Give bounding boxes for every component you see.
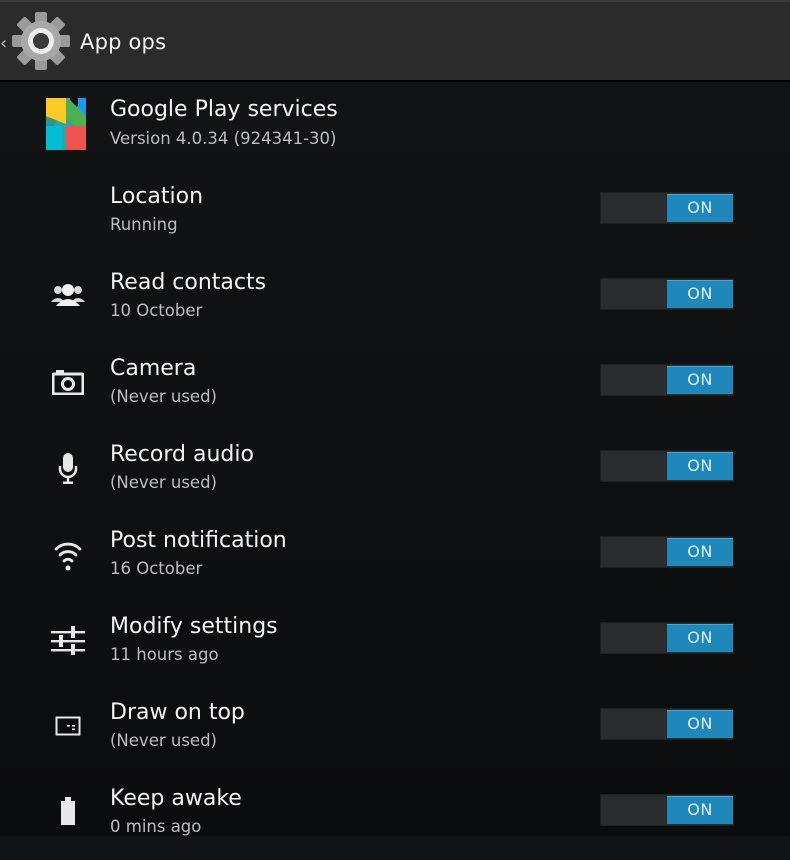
- permission-status: 16 October: [110, 559, 203, 578]
- permission-row-camera[interactable]: Camera (Never used) ON: [0, 344, 790, 430]
- permission-title: Post notification: [110, 528, 287, 553]
- permission-status: 10 October: [110, 301, 203, 320]
- app-header: [0, 80, 790, 164]
- up-caret-icon[interactable]: ‹: [0, 34, 8, 54]
- battery-icon: [48, 792, 88, 832]
- permission-title: Camera: [110, 356, 197, 381]
- camera-icon: [48, 362, 88, 402]
- permission-toggle[interactable]: ON: [600, 278, 734, 310]
- permission-row-keep-awake[interactable]: Keep awake 0 mins ago ON: [0, 774, 790, 860]
- permission-row-modify-settings[interactable]: Modify settings 11 hours ago ON: [0, 602, 790, 688]
- permission-title: Read contacts: [110, 270, 267, 295]
- action-bar: ‹ App ops: [0, 0, 790, 80]
- toggle-on-label: ON: [667, 538, 733, 566]
- app-name: Google Play services: [110, 97, 338, 122]
- toggle-on-label: ON: [667, 796, 733, 824]
- permission-status: Running: [110, 215, 178, 234]
- sliders-icon: [48, 620, 88, 660]
- toggle-on-label: ON: [667, 452, 733, 480]
- permission-title: Draw on top: [110, 700, 245, 725]
- permission-row-read-contacts[interactable]: Read contacts 10 October ON: [0, 258, 790, 344]
- toggle-on-label: ON: [667, 194, 733, 222]
- permission-title: Keep awake: [110, 786, 242, 811]
- wifi-icon: [48, 534, 88, 574]
- page-title: App ops: [80, 30, 167, 54]
- permission-status: (Never used): [110, 387, 217, 406]
- permission-row-record-audio[interactable]: Record audio (Never used) ON: [0, 430, 790, 516]
- permission-status: 11 hours ago: [110, 645, 219, 664]
- permission-toggle[interactable]: ON: [600, 708, 734, 740]
- contacts-icon: [48, 274, 88, 314]
- permission-toggle[interactable]: ON: [600, 450, 734, 482]
- location-icon: [48, 190, 88, 230]
- toggle-on-label: ON: [667, 624, 733, 652]
- permission-title: Record audio: [110, 442, 254, 467]
- permission-toggle[interactable]: ON: [600, 622, 734, 654]
- window-icon: [48, 706, 88, 746]
- permission-status: (Never used): [110, 473, 217, 492]
- permission-toggle[interactable]: ON: [600, 192, 734, 224]
- permission-row-location[interactable]: Location Running ON: [0, 172, 790, 258]
- permission-title: Location: [110, 184, 204, 209]
- permission-toggle[interactable]: ON: [600, 536, 734, 568]
- toggle-on-label: ON: [667, 280, 733, 308]
- permission-row-post-notification[interactable]: Post notification 16 October ON: [0, 516, 790, 602]
- microphone-icon: [48, 448, 88, 488]
- permission-status: 0 mins ago: [110, 817, 202, 836]
- settings-gear-icon[interactable]: [10, 10, 72, 72]
- permission-toggle[interactable]: ON: [600, 364, 734, 396]
- toggle-on-label: ON: [667, 366, 733, 394]
- permission-title: Modify settings: [110, 614, 278, 639]
- permission-toggle[interactable]: ON: [600, 794, 734, 826]
- permission-status: (Never used): [110, 731, 217, 750]
- toggle-on-label: ON: [667, 710, 733, 738]
- app-version: Version 4.0.34 (924341-30): [110, 129, 337, 148]
- google-play-services-icon: [46, 98, 86, 150]
- permission-row-draw-on-top[interactable]: Draw on top (Never used) ON: [0, 688, 790, 774]
